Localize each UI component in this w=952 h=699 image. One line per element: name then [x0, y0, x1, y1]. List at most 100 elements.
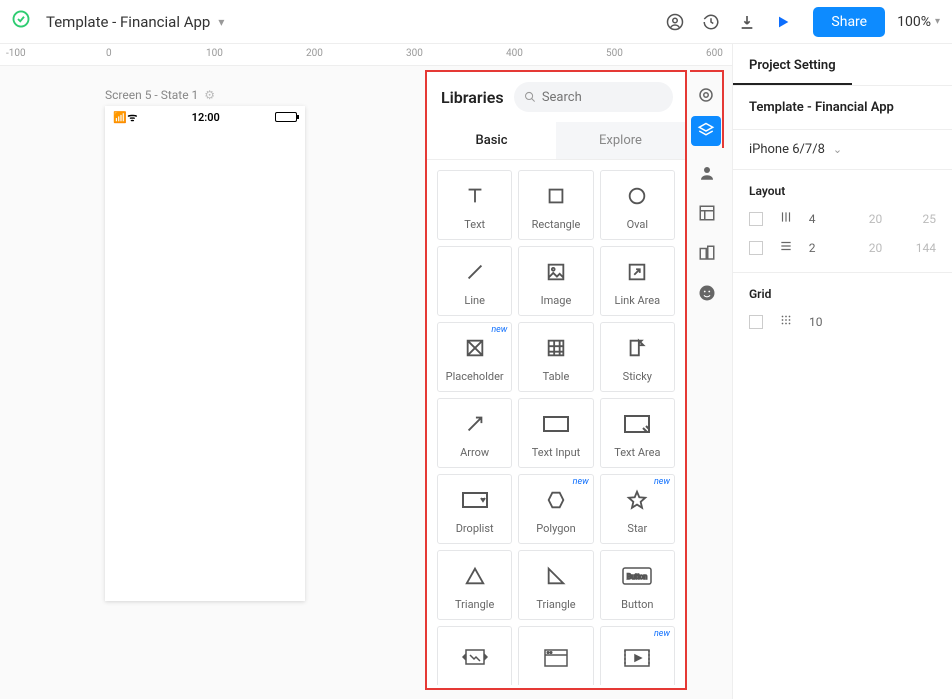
library-item-droplist[interactable]: Droplist	[437, 474, 512, 544]
zoom-dropdown-icon[interactable]: ▾	[935, 16, 940, 27]
download-icon[interactable]	[733, 8, 761, 36]
tool-rail	[690, 148, 724, 308]
library-item-label: Text Area	[614, 446, 660, 459]
top-toolbar: Template - Financial App ▾ Share 100% ▾	[0, 0, 952, 44]
libraries-panel: Libraries Basic Explore Text Rectangle Ova…	[425, 70, 687, 690]
libraries-title: Libraries	[441, 88, 504, 107]
phone-time: 12:00	[192, 111, 220, 124]
screen-label[interactable]: Screen 5 - State 1 ⚙	[105, 88, 215, 102]
star-icon	[626, 484, 648, 516]
play-icon[interactable]	[769, 8, 797, 36]
library-item-link-area[interactable]: Link Area	[600, 246, 675, 316]
columns-icon	[777, 210, 795, 227]
library-item-video[interactable]: new	[600, 626, 675, 685]
oval-icon	[626, 180, 648, 212]
zoom-level[interactable]: 100% ▾	[897, 14, 940, 30]
library-item-polygon[interactable]: new Polygon	[518, 474, 593, 544]
window-icon	[544, 642, 568, 674]
table-icon	[545, 332, 567, 364]
target-icon[interactable]	[691, 80, 721, 110]
library-item-star[interactable]: new Star	[600, 474, 675, 544]
library-item-placeholder[interactable]: new Placeholder	[437, 322, 512, 392]
library-item-label: Polygon	[536, 522, 575, 535]
new-badge: new	[654, 477, 670, 487]
library-item-label: Triangle	[455, 598, 494, 611]
library-item-label: Rectangle	[532, 218, 581, 231]
user-icon[interactable]	[692, 158, 722, 188]
device-selector[interactable]: iPhone 6/7/8 ⌄	[733, 130, 952, 169]
library-item-triangle[interactable]: Triangle	[518, 550, 593, 620]
text-icon	[464, 180, 486, 212]
rectangle-icon	[545, 180, 567, 212]
new-badge: new	[573, 477, 589, 487]
library-item-text-input[interactable]: Text Input	[518, 398, 593, 468]
layout-row-rows[interactable]: 2 20 144	[733, 233, 952, 262]
grid-row[interactable]: 10	[733, 307, 952, 336]
library-item-sticky[interactable]: Sticky	[600, 322, 675, 392]
library-item-rectangle[interactable]: Rectangle	[518, 170, 593, 240]
library-item-window[interactable]	[518, 626, 593, 685]
line-icon	[464, 256, 486, 288]
button-icon: Button	[622, 560, 652, 592]
library-item-label: Link Area	[615, 294, 661, 307]
library-item-label: Image	[541, 294, 572, 307]
image-icon	[545, 256, 567, 288]
layout-row-columns[interactable]: 4 20 25	[733, 204, 952, 233]
carousel-icon	[462, 642, 488, 674]
library-item-carousel[interactable]	[437, 626, 512, 685]
tab-basic[interactable]: Basic	[427, 122, 556, 159]
rows-icon	[777, 239, 795, 256]
sticky-icon	[626, 332, 648, 364]
new-badge: new	[491, 325, 507, 335]
library-item-line[interactable]: Line	[437, 246, 512, 316]
project-dropdown-icon[interactable]: ▾	[218, 15, 224, 29]
assets-icon[interactable]	[692, 238, 722, 268]
phone-frame[interactable]: 📶 ᯤ 12:00	[105, 106, 305, 601]
library-item-button[interactable]: Button Button	[600, 550, 675, 620]
library-item-arrow[interactable]: Arrow	[437, 398, 512, 468]
library-item-table[interactable]: Table	[518, 322, 593, 392]
library-item-label: Table	[543, 370, 570, 383]
library-item-text-area[interactable]: Text Area	[600, 398, 675, 468]
checkbox[interactable]	[749, 241, 763, 255]
library-item-oval[interactable]: Oval	[600, 170, 675, 240]
library-item-label: Text Input	[532, 446, 581, 459]
library-item-label: Arrow	[460, 446, 489, 459]
project-name[interactable]: Template - Financial App	[46, 13, 210, 31]
search-input[interactable]	[542, 90, 663, 105]
library-item-image[interactable]: Image	[518, 246, 593, 316]
library-item-label: Line	[464, 294, 485, 307]
library-item-triangle[interactable]: Triangle	[437, 550, 512, 620]
library-item-label: Droplist	[456, 522, 494, 535]
library-item-label: Sticky	[623, 370, 652, 383]
components-icon[interactable]	[691, 116, 721, 146]
triangler-icon	[545, 560, 567, 592]
library-item-text[interactable]: Text	[437, 170, 512, 240]
screen-settings-icon[interactable]: ⚙	[204, 88, 215, 102]
triangle-icon	[464, 560, 486, 592]
share-button[interactable]: Share	[813, 7, 885, 37]
library-item-label: Triangle	[536, 598, 575, 611]
project-title: Template - Financial App	[733, 86, 952, 130]
zoom-value: 100%	[897, 14, 931, 30]
properties-panel: Project Setting Template - Financial App…	[732, 44, 952, 699]
library-item-label: Text	[464, 218, 485, 231]
layout-icon[interactable]	[692, 198, 722, 228]
project-setting-tab[interactable]: Project Setting	[733, 44, 852, 85]
library-item-label: Placeholder	[446, 370, 504, 383]
tool-rail-top	[690, 70, 724, 148]
library-item-label: Star	[627, 522, 647, 535]
text input-icon	[543, 408, 569, 440]
smiley-icon[interactable]	[692, 278, 722, 308]
library-item-label: Button	[621, 598, 653, 611]
arrow-icon	[464, 408, 486, 440]
account-icon[interactable]	[661, 8, 689, 36]
checkbox[interactable]	[749, 315, 763, 329]
app-logo-icon	[12, 10, 30, 33]
placeholder-icon	[464, 332, 486, 364]
history-icon[interactable]	[697, 8, 725, 36]
battery-icon	[275, 112, 297, 122]
checkbox[interactable]	[749, 212, 763, 226]
library-search[interactable]	[514, 82, 673, 112]
tab-explore[interactable]: Explore	[556, 122, 685, 159]
